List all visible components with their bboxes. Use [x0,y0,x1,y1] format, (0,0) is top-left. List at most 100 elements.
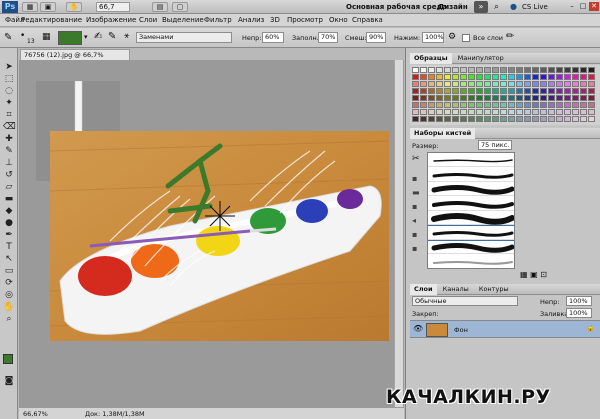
quick-mask-icon[interactable]: ◙ [3,376,15,387]
color-swatch[interactable] [580,109,587,115]
visibility-eye-icon[interactable]: 👁 [413,324,423,333]
flow-field[interactable]: 100% [422,32,444,43]
color-swatch[interactable] [532,116,539,122]
color-swatch[interactable] [468,88,475,94]
color-swatch[interactable] [572,109,579,115]
color-swatch[interactable] [564,95,571,101]
blend-mode-dropdown[interactable]: Обычные [412,296,518,306]
color-swatch[interactable] [588,74,595,80]
shape-tool-icon[interactable]: ▭ [3,266,15,277]
color-swatch[interactable] [540,102,547,108]
color-swatch[interactable] [508,116,515,122]
color-swatch[interactable] [572,102,579,108]
color-swatch[interactable] [564,81,571,87]
brush-panel-footer-icons[interactable]: ▦ ▣ ⊡ [520,270,547,279]
fill-field[interactable]: 70% [318,32,338,43]
color-swatch[interactable] [452,116,459,122]
lasso-tool-icon[interactable]: ◌ [3,86,15,97]
color-swatch[interactable] [524,81,531,87]
color-swatch[interactable] [500,74,507,80]
menu-window[interactable]: Окно [329,16,348,24]
color-swatch[interactable] [460,81,467,87]
color-swatch[interactable] [412,102,419,108]
brush-preset-row[interactable] [428,197,514,211]
menu-layers[interactable]: Слои [139,16,157,24]
color-swatch[interactable] [564,109,571,115]
brush-preset-row[interactable] [428,224,514,241]
eraser-tool-icon[interactable]: ▱ [3,182,15,193]
tab-layers[interactable]: Слои [410,284,437,295]
zoom-status[interactable]: 66,67% [23,410,48,418]
3d-camera-tool-icon[interactable]: ◎ [3,290,15,301]
brush-presets-list[interactable] [427,152,515,269]
color-swatch[interactable] [548,88,555,94]
color-swatch[interactable] [452,67,459,73]
color-swatch[interactable] [460,67,467,73]
color-swatch[interactable] [436,67,443,73]
zoom-tool-icon[interactable]: ⌕ [3,314,15,325]
color-swatch[interactable] [532,81,539,87]
color-swatch[interactable] [476,88,483,94]
brush-preset-row[interactable] [428,255,514,268]
color-swatch[interactable] [468,67,475,73]
color-swatch[interactable] [516,81,523,87]
hand-tool-icon[interactable]: ✋ [3,302,15,313]
path-select-tool-icon[interactable]: ↖ [3,254,15,265]
color-swatch[interactable] [436,81,443,87]
more-workspaces-button[interactable]: » [474,1,488,13]
workspace-label[interactable]: Основная рабочая среда [346,3,447,11]
color-swatch[interactable] [484,74,491,80]
menu-analysis[interactable]: Анализ [238,16,264,24]
color-swatch[interactable] [580,67,587,73]
type-tool-icon[interactable]: T [3,242,15,253]
color-swatch[interactable] [588,109,595,115]
pen-tool-icon[interactable]: ✒ [3,230,15,241]
screen-mode-icon[interactable]: ▢ [172,2,188,12]
color-swatch[interactable] [556,109,563,115]
gradient-tool-icon[interactable]: ▬ [3,194,15,205]
dodge-tool-icon[interactable]: ● [3,218,15,229]
brush-preset-row[interactable] [428,240,514,254]
color-swatch[interactable] [420,67,427,73]
all-layers-checkbox[interactable] [462,34,470,42]
color-swatch[interactable] [524,109,531,115]
tab-brush-presets[interactable]: Наборы кистей [410,128,476,139]
layer-name[interactable]: Фон [454,326,468,334]
color-swatch[interactable] [508,74,515,80]
color-swatch[interactable] [524,74,531,80]
color-swatch[interactable] [476,67,483,73]
brush-size-value[interactable]: 13 [27,38,35,45]
layer-row-background[interactable]: 👁 Фон 🔒 [410,320,600,338]
color-swatch[interactable] [588,67,595,73]
color-swatch[interactable] [580,102,587,108]
color-swatch[interactable] [428,88,435,94]
layer-opacity-field[interactable]: 100% [566,296,592,306]
color-swatch[interactable] [428,95,435,101]
color-swatch[interactable] [588,116,595,122]
3d-rotate-tool-icon[interactable]: ⟳ [3,278,15,289]
color-swatch[interactable] [484,81,491,87]
color-swatch[interactable] [580,81,587,87]
color-swatch[interactable] [428,116,435,122]
color-swatch[interactable] [420,88,427,94]
color-swatch[interactable] [572,95,579,101]
color-swatch[interactable] [492,81,499,87]
color-swatch[interactable] [532,88,539,94]
color-swatch[interactable] [548,116,555,122]
menu-select[interactable]: Выделение [162,16,204,24]
color-swatch[interactable] [484,102,491,108]
color-swatch[interactable] [548,109,555,115]
color-swatch[interactable] [420,95,427,101]
color-swatch[interactable] [444,116,451,122]
color-swatch[interactable] [412,109,419,115]
color-swatch[interactable] [492,67,499,73]
color-swatch[interactable] [548,81,555,87]
color-swatch[interactable] [444,81,451,87]
color-swatch[interactable] [444,67,451,73]
color-swatch[interactable] [452,81,459,87]
brush-size-field[interactable]: 75 пикс. [478,140,512,150]
color-swatch[interactable] [508,67,515,73]
color-swatch[interactable] [564,67,571,73]
color-swatch[interactable] [508,88,515,94]
menu-edit[interactable]: Редактирование [21,16,82,24]
